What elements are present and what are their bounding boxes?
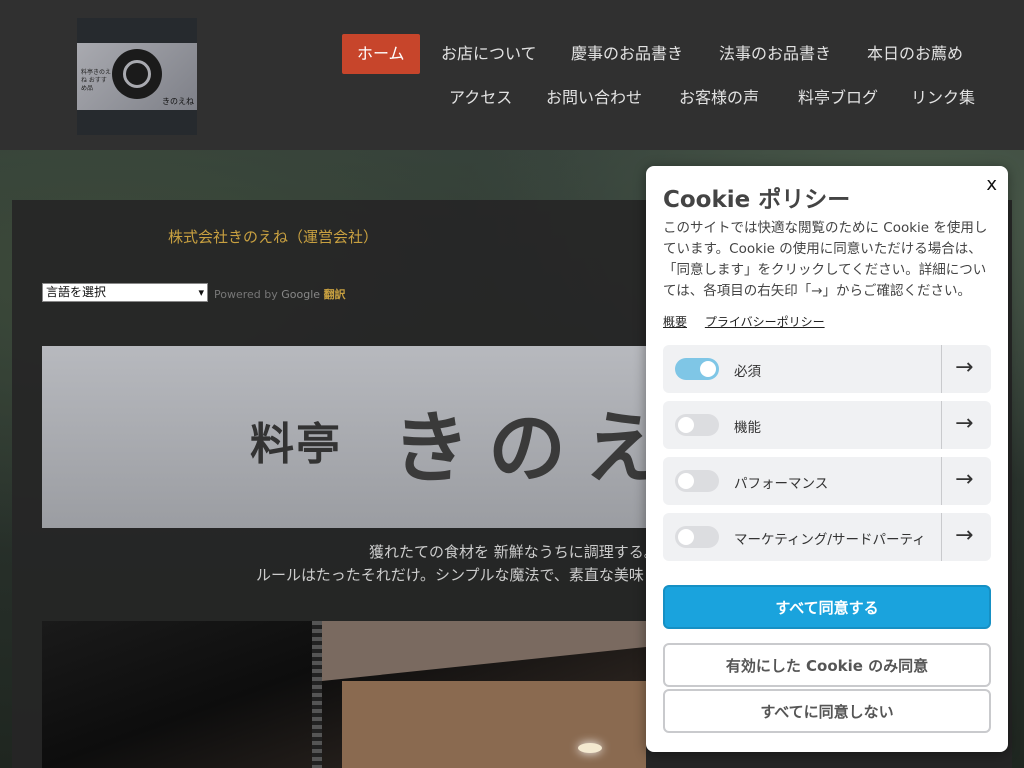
category-label: 機能 xyxy=(734,420,761,436)
nav-item-contact[interactable]: お問い合わせ xyxy=(531,78,657,118)
nav-item-celebration-menu[interactable]: 慶事のお品書き xyxy=(556,34,698,74)
nav-item-memorial-menu[interactable]: 法事のお品書き xyxy=(704,34,846,74)
site-logo[interactable]: 料亭きのえね おすすめ品 きのえね xyxy=(77,43,197,110)
arrow-right-icon[interactable]: → xyxy=(955,523,973,548)
banner-big-text: きのえ xyxy=(392,403,646,494)
toggle-knob xyxy=(700,361,716,377)
category-label: マーケティング/サードパーティ xyxy=(734,532,926,548)
restaurant-entrance-photo xyxy=(42,621,646,768)
category-label: 必須 xyxy=(734,364,761,380)
arrow-right-icon[interactable]: → xyxy=(955,355,973,380)
category-label: パフォーマンス xyxy=(734,476,829,492)
photo-roof xyxy=(322,621,646,681)
cookie-policy-dialog: x Cookie ポリシー このサイトでは快適な閲覧のために Cookie を使… xyxy=(646,166,1008,752)
marketing-toggle[interactable] xyxy=(675,526,719,548)
translate-link[interactable]: 翻訳 xyxy=(324,288,346,301)
reject-all-button[interactable]: すべてに同意しない xyxy=(663,689,991,733)
category-divider xyxy=(941,401,942,449)
functional-toggle[interactable] xyxy=(675,414,719,436)
rain-chain xyxy=(312,621,322,768)
logo-frame-top xyxy=(77,18,197,43)
cookie-title: Cookie ポリシー xyxy=(663,187,851,213)
toggle-knob xyxy=(678,473,694,489)
nav-item-access[interactable]: アクセス xyxy=(434,78,527,118)
overview-link[interactable]: 概要 xyxy=(663,315,687,329)
category-divider xyxy=(941,513,942,561)
cookie-description: このサイトでは快適な閲覧のために Cookie を使用しています。Cookie … xyxy=(663,220,988,299)
google-translate-credit: Powered by Google 翻訳 xyxy=(214,286,346,302)
accept-selected-button[interactable]: 有効にした Cookie のみ同意 xyxy=(663,643,991,687)
cookie-category-required: 必須 → xyxy=(663,345,991,393)
nav-item-testimonials[interactable]: お客様の声 xyxy=(664,78,774,118)
performance-toggle[interactable] xyxy=(675,470,719,492)
language-select[interactable]: 言語を選択 xyxy=(42,283,208,302)
nav-item-todays-recommendation[interactable]: 本日のお薦め xyxy=(852,34,978,74)
arrow-right-icon[interactable]: → xyxy=(955,467,973,492)
logo-left-text: 料亭きのえね おすすめ品 xyxy=(81,69,112,92)
hero-banner: 料亭 きのえ xyxy=(42,346,646,528)
accept-all-button[interactable]: すべて同意する xyxy=(663,585,991,629)
toggle-knob xyxy=(678,417,694,433)
nav-item-links[interactable]: リンク集 xyxy=(896,78,990,118)
required-toggle[interactable] xyxy=(675,358,719,380)
category-divider xyxy=(941,345,942,393)
tagline-line1: 獲れたての食材を 新鮮なうちに調理する。 xyxy=(369,543,659,561)
logo-frame-bottom xyxy=(77,110,197,135)
google-logo-text: Google xyxy=(281,288,321,301)
category-divider xyxy=(941,457,942,505)
nav-item-blog[interactable]: 料亭ブログ xyxy=(783,78,893,118)
nav-item-about[interactable]: お店について xyxy=(426,34,552,74)
powered-by-text: Powered by xyxy=(214,288,278,301)
photo-wall xyxy=(342,681,646,768)
ceiling-light xyxy=(578,743,602,753)
cookie-category-performance: パフォーマンス → xyxy=(663,457,991,505)
toggle-knob xyxy=(678,529,694,545)
nav-item-home[interactable]: ホーム xyxy=(342,34,420,74)
cookie-links: 概要 プライバシーポリシー xyxy=(663,313,839,330)
cookie-category-functional: 機能 → xyxy=(663,401,991,449)
site-header: 料亭きのえね おすすめ品 きのえね ホーム お店について 慶事のお品書き 法事の… xyxy=(0,0,1024,150)
banner-small-text: 料亭 xyxy=(250,419,342,470)
tagline-line2: ルールはたったそれだけ。シンプルな魔法で、素直な美味し xyxy=(256,566,659,584)
arrow-right-icon[interactable]: → xyxy=(955,411,973,436)
logo-right-text: きのえね xyxy=(162,97,194,106)
cookie-category-marketing: マーケティング/サードパーティ → xyxy=(663,513,991,561)
privacy-policy-link[interactable]: プライバシーポリシー xyxy=(705,315,825,329)
family-crest-icon xyxy=(112,49,162,99)
company-link[interactable]: 株式会社きのえね（運営会社） xyxy=(168,226,378,247)
close-icon[interactable]: x xyxy=(986,174,997,195)
